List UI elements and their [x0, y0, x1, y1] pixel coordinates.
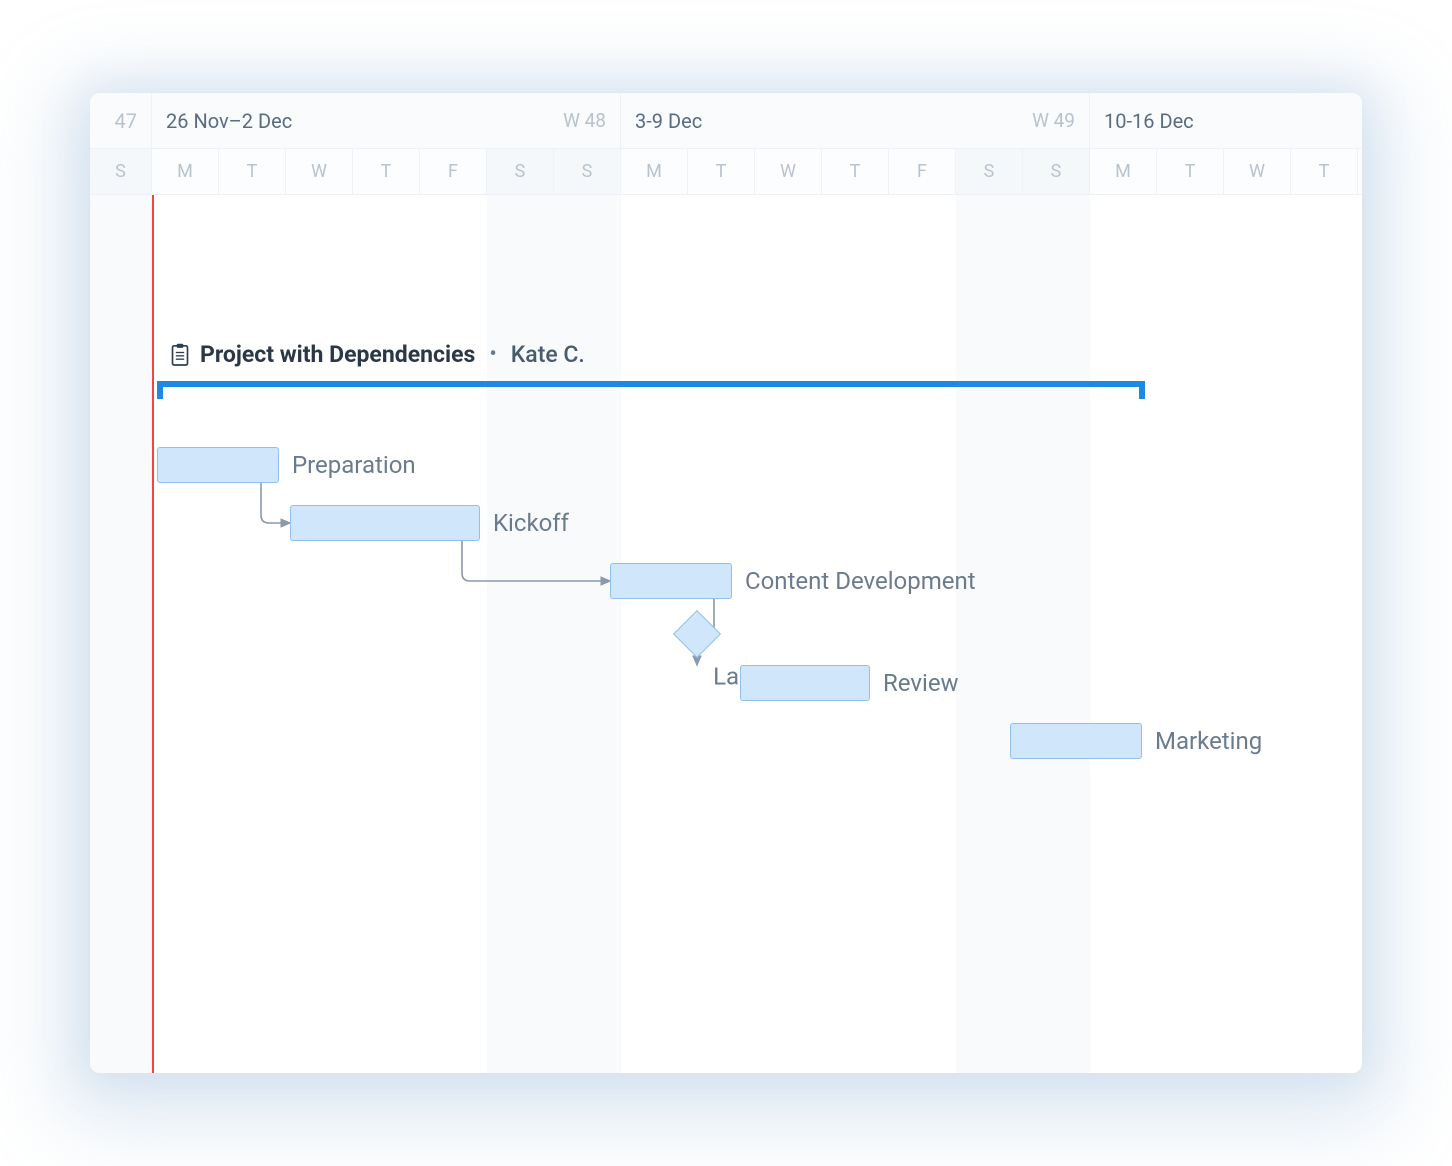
today-line: [152, 195, 154, 1073]
week-cell-2[interactable]: 10-16 Dec: [1090, 93, 1362, 148]
day-cell: T: [219, 149, 286, 194]
day-cell: F: [889, 149, 956, 194]
project-span-cap-right: [1139, 381, 1145, 399]
dependency-arrow: [261, 483, 290, 523]
timeline-day-header: SMTWTFSSMTWTFSSMTWT: [90, 149, 1362, 195]
gantt-frame: 47 26 Nov–2 Dec W 48 3-9 Dec W 49 10-16 …: [90, 93, 1362, 1073]
day-cell: M: [152, 149, 219, 194]
day-cell: W: [755, 149, 822, 194]
week-cell-prev: 47: [90, 93, 152, 148]
task-label: Preparation: [292, 451, 416, 479]
weekend-column: [487, 195, 554, 1073]
project-owner: Kate C.: [511, 341, 585, 368]
gantt-chart-body[interactable]: Project with Dependencies • Kate C. Prep…: [90, 195, 1362, 1073]
day-cell: M: [1090, 149, 1157, 194]
clipboard-icon: [170, 343, 190, 367]
week-number-prev: 47: [115, 109, 137, 133]
week-cell-1[interactable]: 3-9 Dec W 49: [621, 93, 1090, 148]
weekend-column: [90, 195, 152, 1073]
week-label: 3-9 Dec: [635, 109, 702, 133]
project-title: Project with Dependencies: [200, 341, 475, 368]
day-cell: M: [621, 149, 688, 194]
weekend-column: [554, 195, 621, 1073]
timeline-week-header: 47 26 Nov–2 Dec W 48 3-9 Dec W 49 10-16 …: [90, 93, 1362, 149]
task-launch[interactable]: Launch: [673, 610, 721, 658]
task-label: Review: [883, 669, 959, 697]
task-label: Content Development: [745, 567, 976, 595]
day-cell: T: [688, 149, 755, 194]
project-span-cap-left: [157, 381, 163, 399]
day-cell: S: [1023, 149, 1090, 194]
day-cell: T: [353, 149, 420, 194]
weekend-column: [1023, 195, 1090, 1073]
task-label: Kickoff: [493, 509, 569, 537]
project-span-bar[interactable]: [157, 381, 1145, 391]
task-review[interactable]: Review: [740, 665, 870, 701]
day-cell: F: [420, 149, 487, 194]
day-cell: W: [1224, 149, 1291, 194]
task-label: Marketing: [1155, 727, 1262, 755]
task-marketing[interactable]: Marketing: [1010, 723, 1142, 759]
owner-separator: •: [485, 342, 500, 367]
project-span-line: [157, 381, 1145, 387]
day-cell: W: [286, 149, 353, 194]
day-cell: T: [1157, 149, 1224, 194]
week-label: 26 Nov–2 Dec: [166, 109, 292, 133]
task-kickoff[interactable]: Kickoff: [290, 505, 480, 541]
week-number: W 48: [563, 109, 606, 132]
day-cell: T: [822, 149, 889, 194]
dependency-arrows-layer: [90, 195, 1362, 1073]
day-cell: T: [1291, 149, 1358, 194]
project-header[interactable]: Project with Dependencies • Kate C.: [170, 341, 585, 368]
day-cell: S: [487, 149, 554, 194]
task-preparation[interactable]: Preparation: [157, 447, 279, 483]
week-cell-0[interactable]: 26 Nov–2 Dec W 48: [152, 93, 621, 148]
task-content[interactable]: Content Development: [610, 563, 732, 599]
weekend-column: [956, 195, 1023, 1073]
day-cell: S: [554, 149, 621, 194]
day-cell: S: [956, 149, 1023, 194]
week-label: 10-16 Dec: [1104, 109, 1194, 133]
day-cell: S: [90, 149, 152, 194]
week-number: W 49: [1032, 109, 1075, 132]
